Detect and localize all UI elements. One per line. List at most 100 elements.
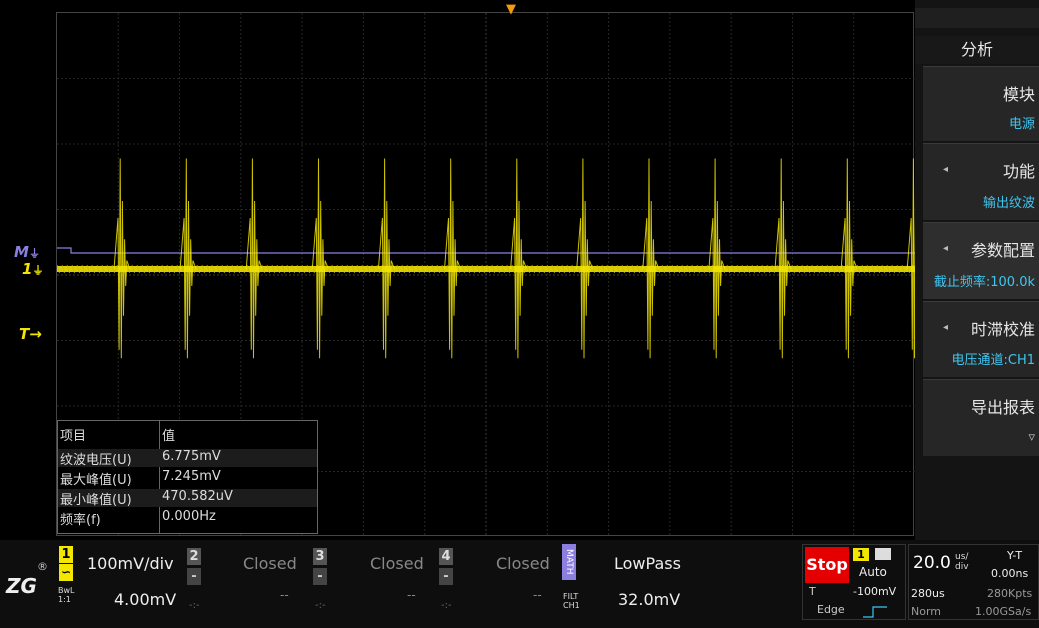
chevron-left-icon: ◂ [943,243,949,254]
time-window: 280us [911,587,945,600]
table-row: 纹波电压(U) 6.775mV [58,449,317,468]
rising-edge-icon [863,603,887,618]
ch1-offset: 4.00mV [114,590,177,609]
ground-arrow-icon: ⏚ [28,247,40,260]
math-source: CH1 [563,601,580,610]
menu-item-module[interactable]: 模块 电源 [923,66,1039,141]
ch2-dash: -:- [189,600,200,611]
ch1-settings[interactable]: 1 ∽ BwL 1:1 100mV/div 4.00mV [55,540,181,620]
chevron-down-icon: ▿ [1028,430,1035,445]
menu-item-function[interactable]: ◂ 功能 输出纹波 [923,143,1039,220]
ch1-spike [774,158,792,359]
ch4-minus: - [439,568,453,585]
row-value: 470.582uV [162,489,233,504]
menu-item-label: 功能 [1002,162,1035,181]
keyboard-icon [875,548,891,560]
ch3-state: Closed [370,554,424,573]
menu-title: 分析 [915,36,1039,64]
menu-item-export[interactable]: 导出报表 ▿ [923,379,1039,456]
ch4-dash: -:- [441,600,452,611]
sample-rate: 1.00GSa/s [975,605,1032,618]
row-value: 7.245mV [162,469,221,484]
trigger-mode: Auto [859,565,887,579]
table-row: 最小峰值(U) 470.582uV [58,489,317,508]
trigger-level-label: T [809,585,816,598]
ch1-spike [576,158,594,359]
measurement-table: 项目 值 纹波电压(U) 6.775mV 最大峰值(U) 7.245mV 最小峰… [57,420,318,534]
ch1-spike [906,158,915,359]
menu-item-value: 截止频率:100.0k [933,275,1035,290]
row-label: 频率(f) [60,513,101,528]
math-marker[interactable]: M⏚ [14,243,40,261]
probe-ratio: 1:1 [58,595,71,604]
trigger-position-marker[interactable]: ▼ [506,2,516,17]
status-bar: ZG ® 1 ∽ BwL 1:1 100mV/div 4.00mV 2 - Cl… [0,540,1039,628]
arrow-right-icon: → [29,325,42,343]
timebase-value: 20.0 [913,553,951,573]
unit-top: us/ [955,552,969,562]
timebase-panel[interactable]: 20.0 us/ div Y-T 0.00ns 280us 280Kpts No… [908,544,1039,620]
trigger-panel[interactable]: Stop 1 Auto T -100mV Edge [802,544,906,620]
ch3-settings[interactable]: 3 - Closed -:- -- [311,540,431,620]
ch2-state: Closed [243,554,297,573]
ch4-settings[interactable]: 4 - Closed -:- -- [437,540,557,620]
trigger-type: Edge [817,603,845,616]
ch4-number: 4 [439,548,453,565]
menu-item-params[interactable]: ◂ 参数配置 截止频率:100.0k [923,222,1039,299]
ch1-bw-limit: BwL 1:1 [58,586,75,604]
ch1-spike [179,158,197,359]
ch3-dash: -:- [315,600,326,611]
ch2-settings[interactable]: 2 - Closed -:- -- [185,540,305,620]
display-mode: Y-T [1007,549,1023,562]
header-item: 项目 [60,429,87,444]
registered-mark: ® [37,560,48,573]
row-value: 6.775mV [162,449,221,464]
ch3-offset: -- [407,588,416,602]
acquire-mode: Norm [911,605,942,618]
trigger-marker-label: T [19,325,30,343]
ch1-spike [840,158,858,359]
math-filter-type: LowPass [614,554,681,573]
row-value: 0.000Hz [162,509,216,524]
ch1-spike [510,158,528,359]
ch3-minus: - [313,568,327,585]
ch1-spike [444,158,461,359]
ch1-spike [311,158,329,359]
menu-item-label: 时滞校准 [970,320,1035,339]
ch2-offset: -- [280,588,289,602]
ch1-spike [708,158,726,359]
menu-item-label: 参数配置 [970,241,1035,260]
trigger-source: 1 [853,548,869,561]
ch2-minus: - [187,568,201,585]
logo: ZG [6,574,37,598]
trigger-level-marker[interactable]: T→ [19,325,42,343]
ch1-spike [642,158,660,359]
menu-top-strip [915,8,1039,28]
row-label: 最大峰值(U) [60,473,132,488]
memory-depth: 280Kpts [987,587,1033,600]
ch1-spike [245,158,263,359]
table-header: 项目 值 [58,423,317,445]
math-marker-label: M [14,243,29,261]
math-value: 32.0mV [618,590,681,609]
row-label: 最小峰值(U) [60,493,132,508]
ch1-scale: 100mV/div [87,554,174,573]
timebase-unit: us/ div [955,552,969,572]
table-row: 频率(f) 0.000Hz [58,509,317,528]
menu-item-skew-cal[interactable]: ◂ 时滞校准 电压通道:CH1 [923,301,1039,377]
chevron-left-icon: ◂ [943,164,949,175]
ch1-spike [113,158,131,359]
run-stop-button[interactable]: Stop [805,547,849,583]
ch1-marker[interactable]: 1⏚ [22,260,43,278]
analysis-menu: 分析 模块 电源 ◂ 功能 输出纹波 ◂ 参数配置 截止频率:100.0k ◂ … [915,0,1039,540]
ch2-number: 2 [187,548,201,565]
ac-coupling-icon: ∽ [59,564,73,581]
math-settings[interactable]: MATH FILT CH1 LowPass 32.0mV [562,540,690,620]
filt-label: FILT [563,592,579,601]
row-label: 纹波电压(U) [60,453,132,468]
unit-bottom: div [955,562,969,572]
table-row: 最大峰值(U) 7.245mV [58,469,317,488]
menu-item-value: 电压通道:CH1 [951,353,1035,368]
math-label: MATH [562,544,576,580]
ch1-spike [377,158,395,359]
